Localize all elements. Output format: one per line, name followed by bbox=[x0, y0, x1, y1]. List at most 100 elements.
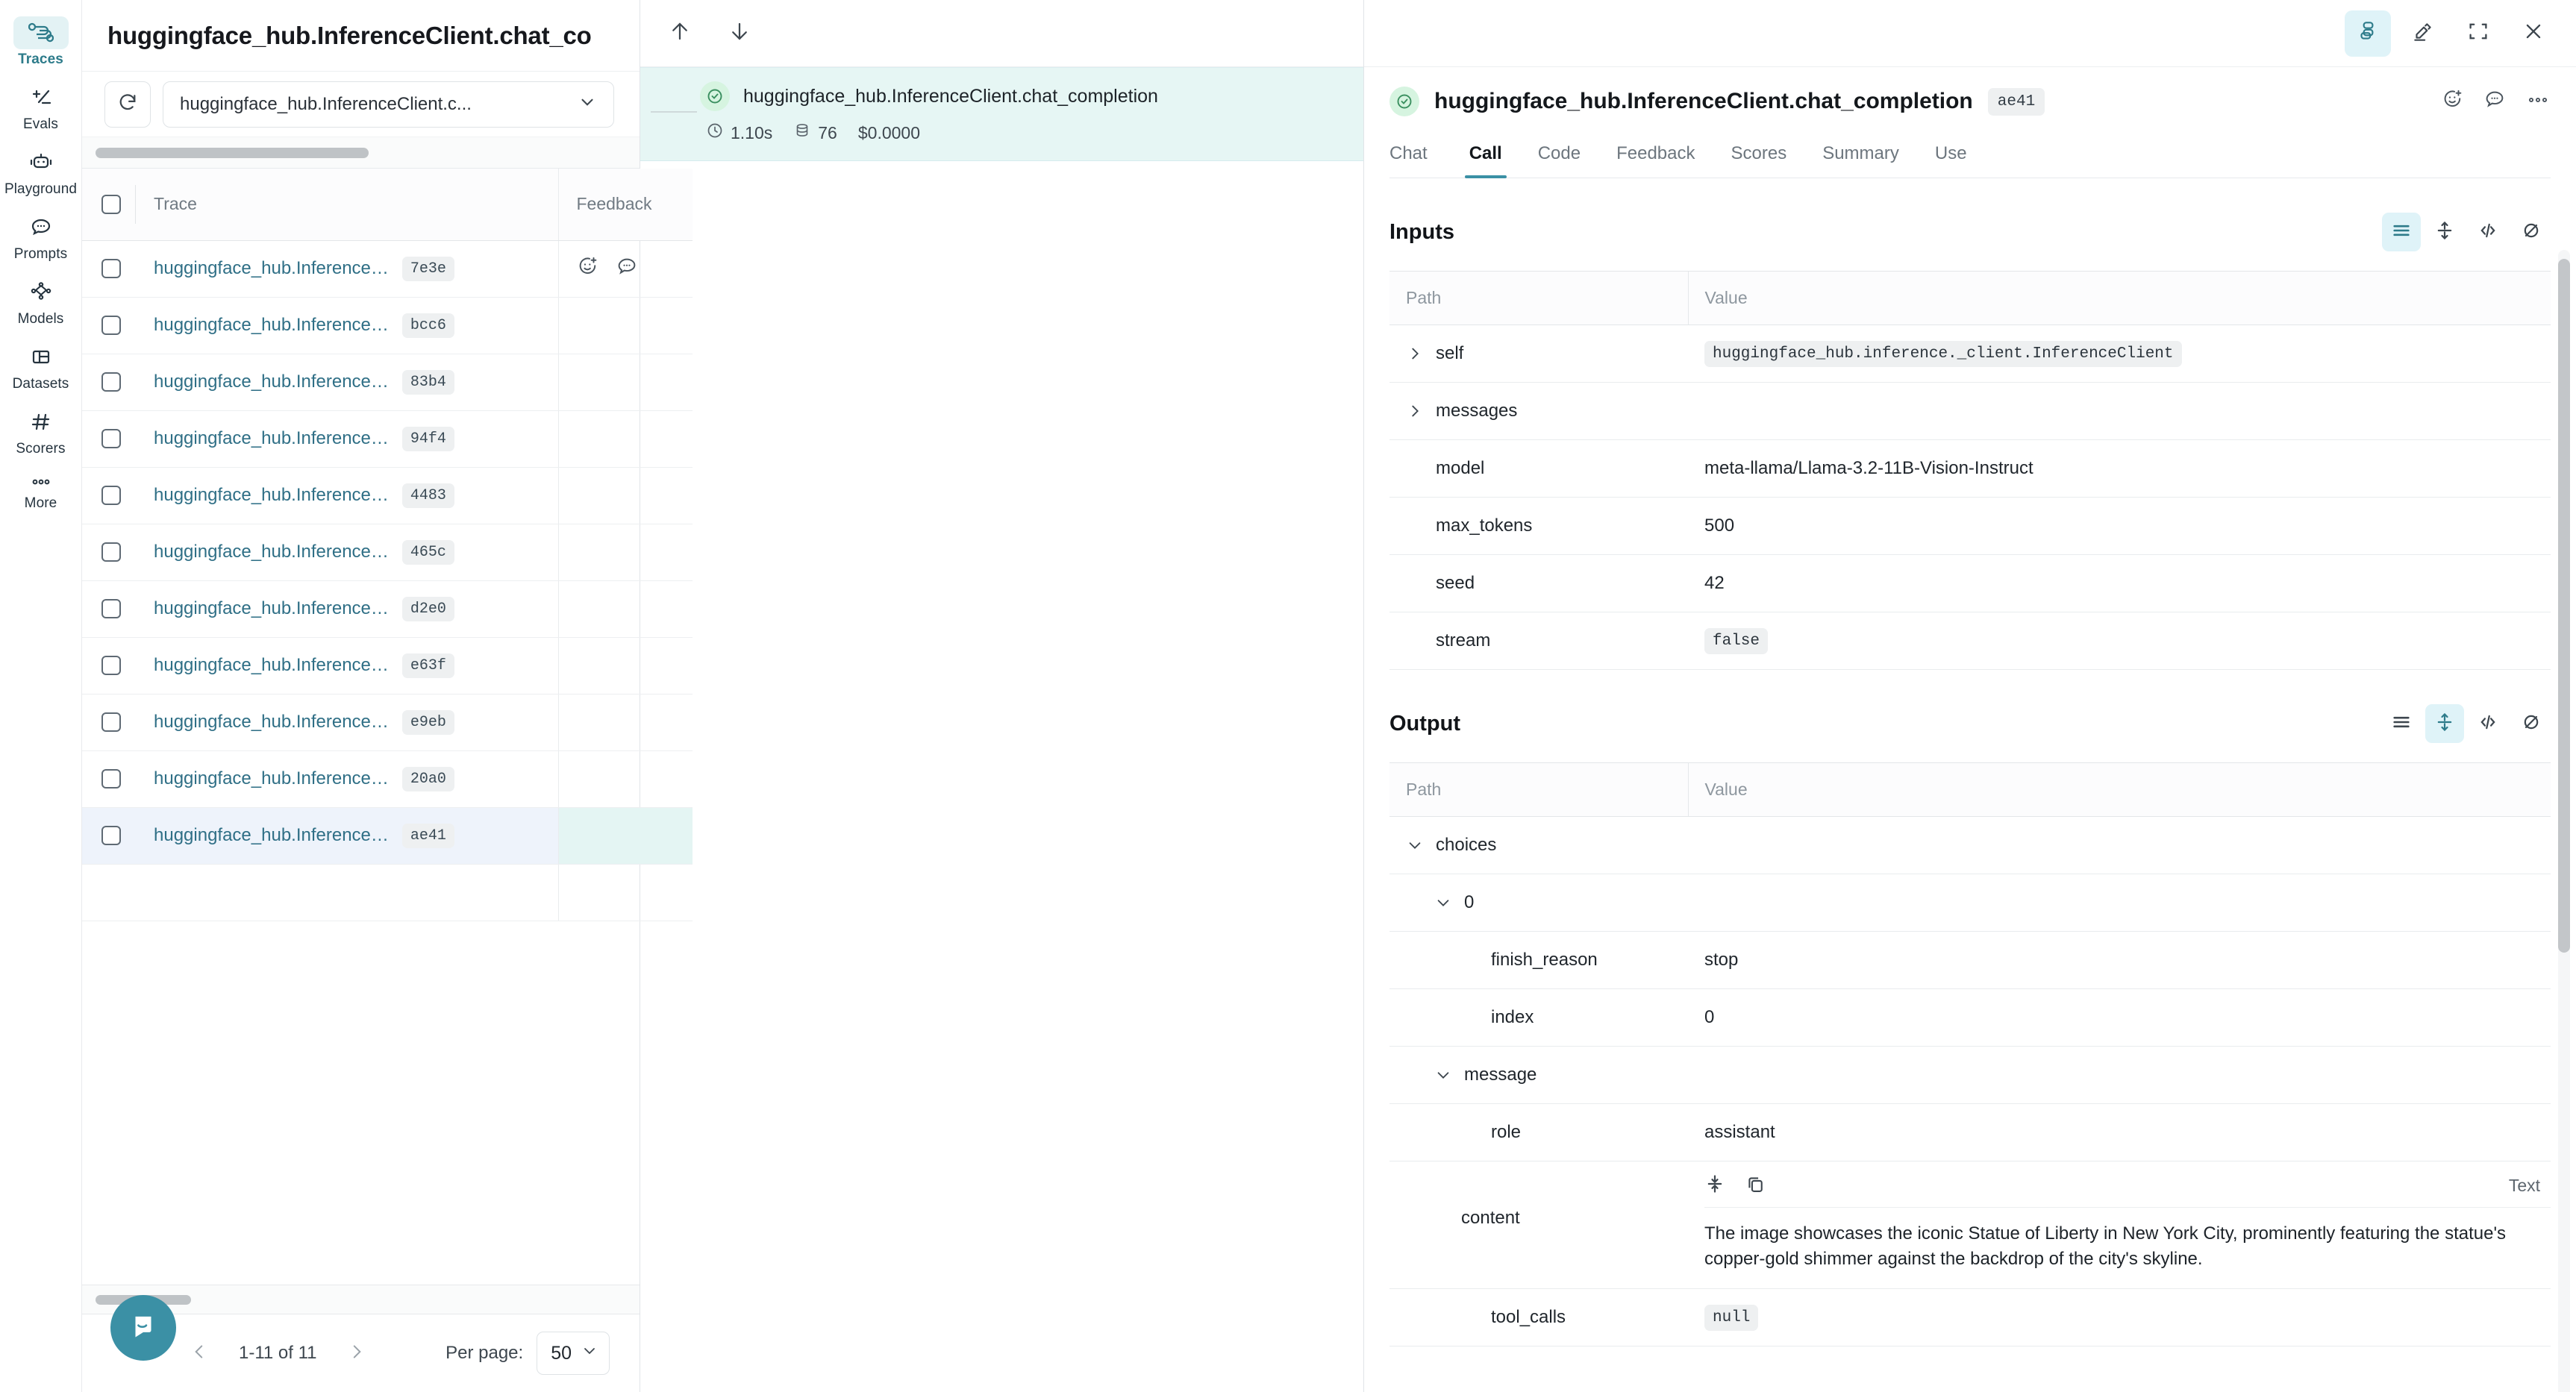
scrollbar-thumb[interactable] bbox=[96, 147, 369, 158]
inputs-row-self[interactable]: self huggingface_hub.inference._client.I… bbox=[1389, 325, 2551, 383]
prev-page-button[interactable] bbox=[179, 1333, 219, 1373]
collapse-vertical-icon[interactable] bbox=[1704, 1173, 1725, 1198]
inputs-code-view-button[interactable] bbox=[2469, 213, 2507, 251]
chevron-right-icon[interactable] bbox=[1406, 403, 1424, 419]
row-checkbox[interactable] bbox=[101, 769, 121, 789]
output-list-view-button[interactable] bbox=[2382, 704, 2421, 743]
output-row-role[interactable]: role assistant bbox=[1389, 1103, 2551, 1161]
table-row[interactable]: huggingface_hub.Inference… bcc6 bbox=[82, 297, 693, 354]
row-checkbox[interactable] bbox=[101, 429, 121, 448]
next-page-button[interactable] bbox=[337, 1333, 377, 1373]
sidebar-item-traces[interactable]: Traces bbox=[4, 10, 78, 72]
add-comment-icon[interactable] bbox=[2483, 89, 2506, 115]
tab-call[interactable]: Call bbox=[1451, 143, 1520, 178]
table-row[interactable]: huggingface_hub.Inference… e9eb bbox=[82, 694, 693, 751]
inputs-row-messages[interactable]: messages bbox=[1389, 382, 2551, 440]
tab-use[interactable]: Use bbox=[1917, 143, 1985, 178]
output-row-tool-calls[interactable]: tool_calls null bbox=[1389, 1288, 2551, 1347]
refresh-button[interactable] bbox=[104, 81, 151, 128]
table-row[interactable]: huggingface_hub.Inference… 465c bbox=[82, 524, 693, 581]
trace-tree-node[interactable]: huggingface_hub.InferenceClient.chat_com… bbox=[640, 67, 1363, 161]
copy-icon[interactable] bbox=[1745, 1173, 1766, 1198]
trace-name-link[interactable]: huggingface_hub.Inference… bbox=[154, 542, 389, 562]
inputs-row-stream[interactable]: stream false bbox=[1389, 612, 2551, 670]
trace-tree-toggle-button[interactable] bbox=[2345, 10, 2391, 57]
inputs-row-max-tokens[interactable]: max_tokens 500 bbox=[1389, 497, 2551, 555]
row-checkbox[interactable] bbox=[101, 826, 121, 845]
output-row-content[interactable]: content Text The image showcases the ico… bbox=[1389, 1161, 2551, 1290]
row-checkbox[interactable] bbox=[101, 656, 121, 675]
detail-vertical-scrollbar[interactable] bbox=[2558, 250, 2570, 1392]
trace-name-link[interactable]: huggingface_hub.Inference… bbox=[154, 371, 389, 392]
sidebar-item-evals[interactable]: Evals bbox=[4, 75, 78, 137]
trace-list-horizontal-scrollbar[interactable] bbox=[82, 137, 640, 169]
select-all-checkbox[interactable] bbox=[101, 194, 121, 214]
table-row[interactable]: huggingface_hub.Inference… 94f4 bbox=[82, 410, 693, 468]
nav-up-button[interactable] bbox=[661, 15, 698, 52]
table-row[interactable]: huggingface_hub.Inference… e63f bbox=[82, 637, 693, 695]
sidebar-item-prompts[interactable]: Prompts bbox=[4, 205, 78, 267]
overflow-menu-icon[interactable] bbox=[2525, 95, 2551, 109]
trace-name-link[interactable]: huggingface_hub.Inference… bbox=[154, 258, 389, 279]
row-checkbox[interactable] bbox=[101, 316, 121, 335]
nav-down-button[interactable] bbox=[721, 15, 758, 52]
sidebar-item-playground[interactable]: Playground bbox=[4, 140, 78, 202]
tab-feedback[interactable]: Feedback bbox=[1598, 143, 1713, 178]
sidebar-item-more[interactable]: More bbox=[4, 465, 78, 516]
table-row[interactable]: huggingface_hub.Inference… d2e0 bbox=[82, 580, 693, 638]
output-row-finish-reason[interactable]: finish_reason stop bbox=[1389, 931, 2551, 989]
add-reaction-icon[interactable] bbox=[2442, 89, 2464, 115]
close-panel-button[interactable] bbox=[2510, 10, 2557, 57]
trace-name-link[interactable]: huggingface_hub.Inference… bbox=[154, 485, 389, 506]
sidebar-item-models[interactable]: Models bbox=[4, 270, 78, 332]
chevron-down-icon[interactable] bbox=[1434, 1067, 1452, 1083]
row-checkbox[interactable] bbox=[101, 486, 121, 505]
scrollbar-thumb[interactable] bbox=[2558, 259, 2570, 953]
table-row[interactable]: huggingface_hub.Inference… 20a0 bbox=[82, 750, 693, 808]
trace-name-link[interactable]: huggingface_hub.Inference… bbox=[154, 768, 389, 789]
sidebar-item-datasets[interactable]: Datasets bbox=[4, 335, 78, 397]
output-hide-button[interactable] bbox=[2512, 704, 2551, 743]
per-page-select[interactable]: 50 bbox=[537, 1332, 610, 1375]
sidebar-item-scorers[interactable]: Scorers bbox=[4, 400, 78, 462]
tab-code[interactable]: Code bbox=[1520, 143, 1598, 178]
inputs-list-view-button[interactable] bbox=[2382, 213, 2421, 251]
trace-name-link[interactable]: huggingface_hub.Inference… bbox=[154, 315, 389, 336]
trace-name-link[interactable]: huggingface_hub.Inference… bbox=[154, 428, 389, 449]
fullscreen-button[interactable] bbox=[2455, 10, 2501, 57]
output-row-index[interactable]: index 0 bbox=[1389, 988, 2551, 1047]
trace-column-header[interactable]: Trace bbox=[136, 169, 558, 241]
table-row-selected[interactable]: huggingface_hub.Inference… ae41 bbox=[82, 807, 693, 865]
add-reaction-icon[interactable] bbox=[577, 256, 599, 282]
intercom-launcher-button[interactable] bbox=[110, 1295, 176, 1361]
add-comment-icon[interactable] bbox=[616, 256, 638, 282]
output-expand-all-button[interactable] bbox=[2425, 704, 2464, 743]
tab-scores[interactable]: Scores bbox=[1713, 143, 1805, 178]
row-checkbox[interactable] bbox=[101, 599, 121, 618]
chevron-down-icon[interactable] bbox=[1406, 837, 1424, 853]
chevron-down-icon[interactable] bbox=[1434, 894, 1452, 911]
tab-summary[interactable]: Summary bbox=[1804, 143, 1917, 178]
output-row-index-0[interactable]: 0 bbox=[1389, 874, 2551, 932]
output-code-view-button[interactable] bbox=[2469, 704, 2507, 743]
inputs-expand-all-button[interactable] bbox=[2425, 213, 2464, 251]
inputs-row-model[interactable]: model meta-llama/Llama-3.2-11B-Vision-In… bbox=[1389, 439, 2551, 498]
inputs-row-seed[interactable]: seed 42 bbox=[1389, 554, 2551, 612]
trace-filter-select[interactable]: huggingface_hub.InferenceClient.c... bbox=[163, 81, 614, 128]
trace-name-link[interactable]: huggingface_hub.Inference… bbox=[154, 655, 389, 676]
table-row[interactable]: huggingface_hub.Inference… 7e3e bbox=[82, 240, 693, 298]
row-checkbox[interactable] bbox=[101, 542, 121, 562]
trace-name-link[interactable]: huggingface_hub.Inference… bbox=[154, 598, 389, 619]
row-checkbox[interactable] bbox=[101, 372, 121, 392]
output-row-choices[interactable]: choices bbox=[1389, 816, 2551, 874]
row-checkbox[interactable] bbox=[101, 712, 121, 732]
inputs-hide-button[interactable] bbox=[2512, 213, 2551, 251]
row-checkbox[interactable] bbox=[101, 259, 121, 278]
trace-name-link[interactable]: huggingface_hub.Inference… bbox=[154, 825, 389, 846]
table-row[interactable]: huggingface_hub.Inference… 83b4 bbox=[82, 354, 693, 411]
table-row[interactable]: huggingface_hub.Inference… 4483 bbox=[82, 467, 693, 524]
annotate-button[interactable] bbox=[2400, 10, 2446, 57]
tab-chat[interactable]: Chat bbox=[1389, 143, 1445, 178]
trace-name-link[interactable]: huggingface_hub.Inference… bbox=[154, 712, 389, 733]
output-row-message[interactable]: message bbox=[1389, 1046, 2551, 1104]
